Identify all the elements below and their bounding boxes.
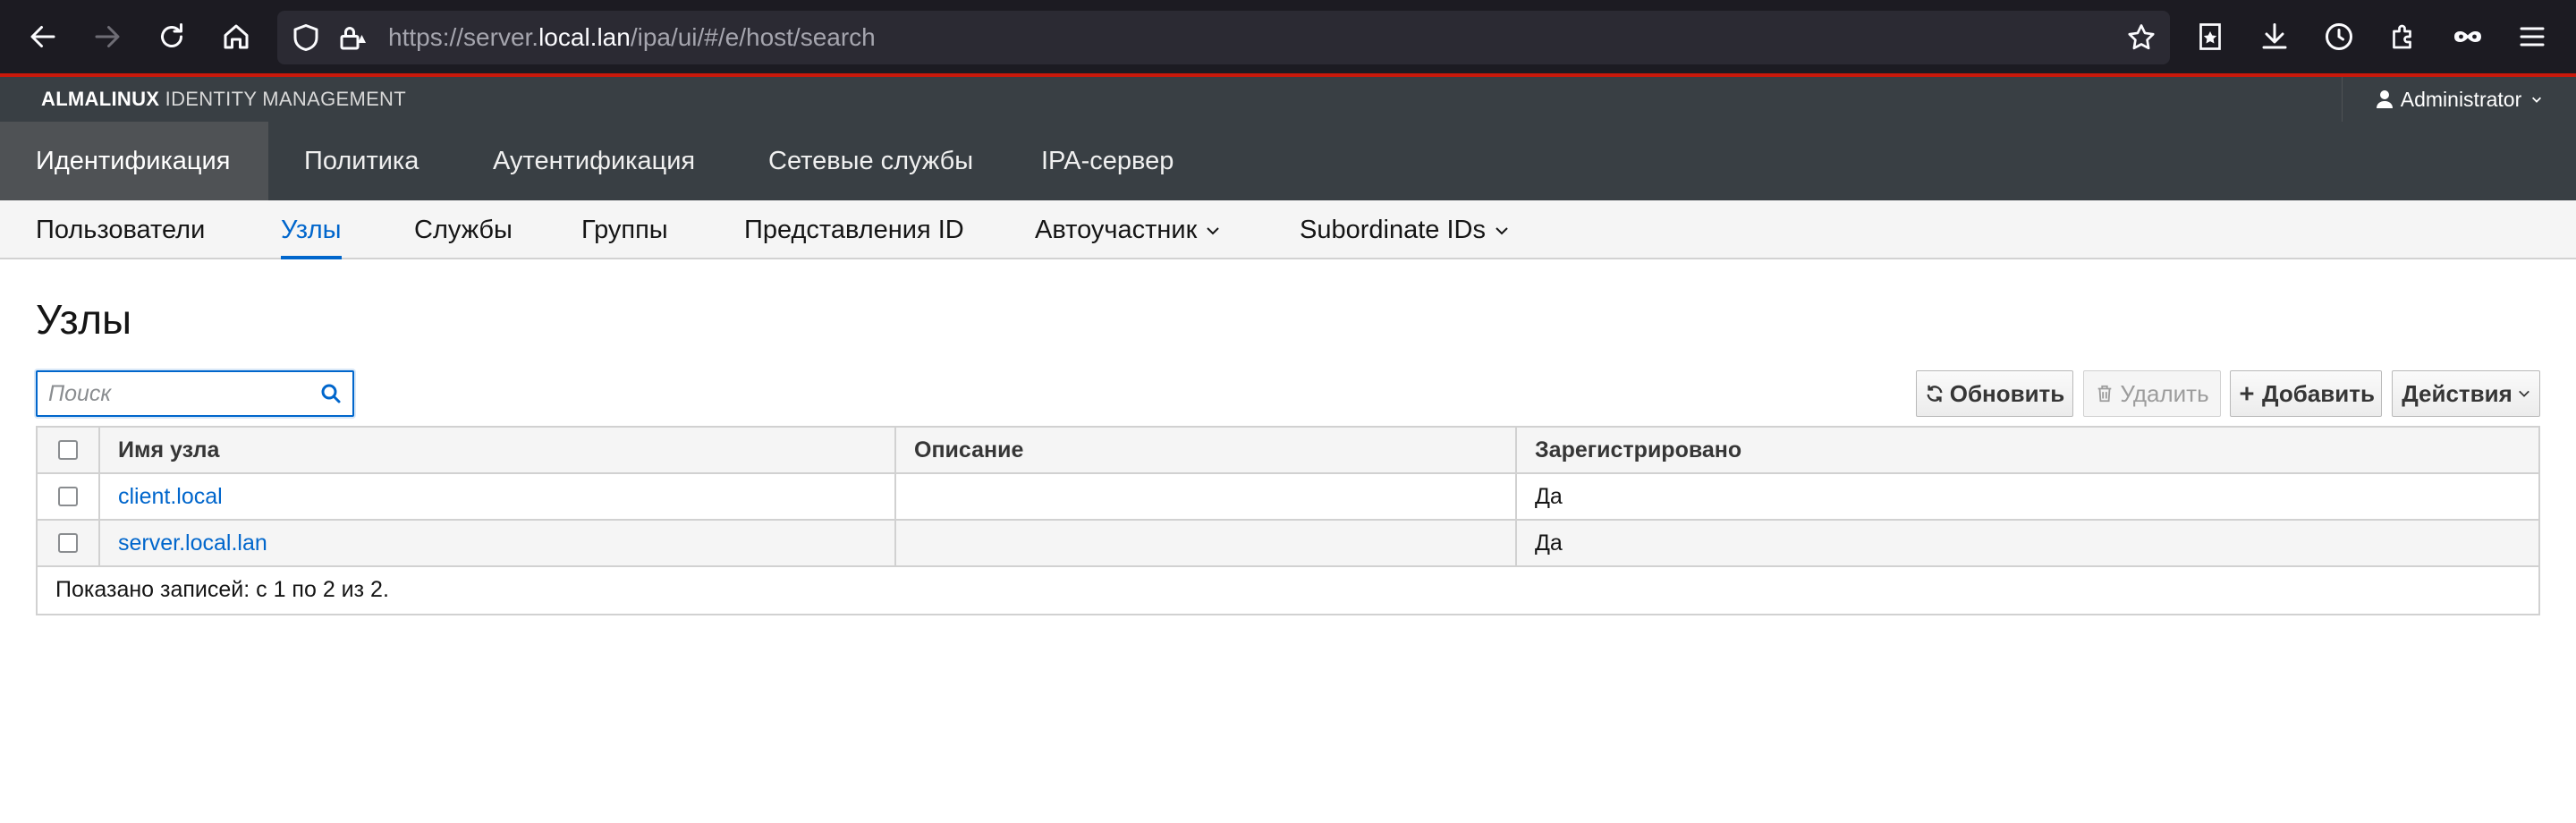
- search-input[interactable]: [48, 372, 317, 415]
- extensions-button[interactable]: [2382, 15, 2425, 58]
- table-footer: Показано записей: с 1 по 2 из 2.: [38, 567, 2538, 614]
- row-select-cell: [38, 474, 98, 519]
- primary-nav: Идентификация Политика Аутентификация Се…: [0, 122, 2576, 200]
- pocket-button[interactable]: [2189, 15, 2232, 58]
- tab-network-services[interactable]: Сетевые службы: [768, 122, 973, 200]
- lock-warning-icon[interactable]: [336, 21, 369, 54]
- delete-button[interactable]: Удалить: [2083, 370, 2221, 417]
- column-header-enrolled[interactable]: Зарегистрировано: [1515, 428, 2538, 472]
- clock-icon: [2326, 23, 2352, 50]
- description-cell: [894, 474, 1515, 519]
- select-all-cell: [38, 428, 98, 472]
- chevron-down-icon: [2518, 390, 2529, 397]
- url-prefix: https://server.: [388, 23, 539, 51]
- enrolled-cell: Да: [1515, 521, 2538, 565]
- downloads-button[interactable]: [2253, 15, 2296, 58]
- back-button[interactable]: [21, 15, 64, 58]
- row-select-cell: [38, 521, 98, 565]
- add-button[interactable]: Добавить: [2230, 370, 2382, 417]
- row-checkbox[interactable]: [58, 533, 78, 553]
- shield-icon[interactable]: [290, 21, 322, 54]
- page-title: Узлы: [36, 296, 132, 343]
- hostname-cell: client.local: [98, 474, 894, 519]
- chevron-down-icon: [1496, 227, 1508, 235]
- chevron-down-icon: [1207, 227, 1220, 235]
- mask-icon: [2454, 31, 2481, 42]
- url-host: local.lan: [538, 23, 631, 51]
- row-checkbox[interactable]: [58, 487, 78, 506]
- menu-button[interactable]: [2511, 15, 2554, 58]
- subtab-hosts[interactable]: Узлы: [281, 200, 342, 259]
- search-icon[interactable]: [320, 383, 342, 404]
- subtab-users[interactable]: Пользователи: [36, 200, 205, 259]
- enrolled-cell: Да: [1515, 474, 2538, 519]
- url-bar[interactable]: https://server.local.lan/ipa/ui/#/e/host…: [277, 11, 2170, 64]
- url-path: /ipa/ui/#/e/host/search: [630, 23, 876, 51]
- bookmark-star-icon[interactable]: [2125, 21, 2157, 54]
- trash-icon: [2098, 385, 2112, 403]
- brand-logo: ALMALINUX IDENTITY MANAGEMENT: [41, 77, 406, 122]
- table-row: client.local Да: [38, 474, 2538, 521]
- url-text[interactable]: https://server.local.lan/ipa/ui/#/e/host…: [388, 11, 876, 64]
- hostname-link[interactable]: client.local: [118, 484, 223, 509]
- subtab-automember[interactable]: Автоучастник: [1035, 200, 1220, 259]
- table-header-row: Имя узла Описание Зарегистрировано: [38, 428, 2538, 474]
- search-box[interactable]: [36, 370, 354, 417]
- select-all-checkbox[interactable]: [58, 440, 78, 460]
- actions-dropdown[interactable]: Действия: [2392, 370, 2540, 417]
- refresh-icon: [1927, 385, 1943, 403]
- download-icon: [2262, 23, 2287, 49]
- tab-policy[interactable]: Политика: [304, 122, 419, 200]
- subtab-groups[interactable]: Группы: [581, 200, 668, 259]
- home-button[interactable]: [215, 15, 258, 58]
- forward-button[interactable]: [86, 15, 129, 58]
- save-star-icon: [2199, 23, 2221, 50]
- secondary-nav: Пользователи Узлы Службы Группы Представ…: [0, 200, 2576, 259]
- subtab-services[interactable]: Службы: [414, 200, 513, 259]
- chevron-down-icon: [2532, 97, 2542, 103]
- brand-bold: ALMALINUX: [41, 88, 160, 110]
- column-header-hostname[interactable]: Имя узла: [98, 428, 894, 472]
- actions-label: Действия: [2402, 379, 2512, 407]
- user-icon: [2376, 90, 2393, 108]
- subtab-subordinate-ids-label: Subordinate IDs: [1300, 216, 1486, 244]
- records-summary: Показано записей: с 1 по 2 из 2.: [55, 577, 389, 602]
- hosts-table: Имя узла Описание Зарегистрировано clien…: [36, 426, 2540, 615]
- subtab-id-views[interactable]: Представления ID: [744, 200, 964, 259]
- private-mask-button[interactable]: [2446, 15, 2489, 58]
- tab-ipa-server[interactable]: IPA-сервер: [1041, 122, 1174, 200]
- refresh-label: Обновить: [1949, 379, 2065, 407]
- arrow-left-icon: [30, 26, 55, 47]
- subtab-automember-label: Автоучастник: [1035, 216, 1198, 244]
- reload-button[interactable]: [150, 15, 193, 58]
- plus-icon: [2240, 386, 2254, 401]
- description-cell: [894, 521, 1515, 565]
- history-button[interactable]: [2318, 15, 2360, 58]
- brand-rest: IDENTITY MANAGEMENT: [159, 88, 406, 110]
- reload-icon: [161, 23, 182, 47]
- subtab-subordinate-ids[interactable]: Subordinate IDs: [1300, 200, 1509, 259]
- arrow-right-icon: [95, 26, 120, 47]
- column-header-description[interactable]: Описание: [894, 428, 1515, 472]
- hamburger-icon: [2520, 27, 2545, 47]
- tab-authentication[interactable]: Аутентификация: [493, 122, 695, 200]
- masthead: ALMALINUX IDENTITY MANAGEMENT Administra…: [0, 77, 2576, 122]
- browser-toolbar: https://server.local.lan/ipa/ui/#/e/host…: [0, 0, 2576, 73]
- hostname-link[interactable]: server.local.lan: [118, 530, 267, 556]
- tab-identity[interactable]: Идентификация: [0, 122, 268, 200]
- puzzle-icon: [2393, 24, 2411, 49]
- delete-label: Удалить: [2120, 379, 2209, 407]
- add-label: Добавить: [2262, 379, 2375, 407]
- refresh-button[interactable]: Обновить: [1916, 370, 2073, 417]
- user-name: Administrator: [2400, 87, 2522, 111]
- hostname-cell: server.local.lan: [98, 521, 894, 565]
- home-icon: [224, 24, 249, 49]
- user-menu[interactable]: Administrator: [2342, 77, 2576, 122]
- table-row: server.local.lan Да: [38, 521, 2538, 567]
